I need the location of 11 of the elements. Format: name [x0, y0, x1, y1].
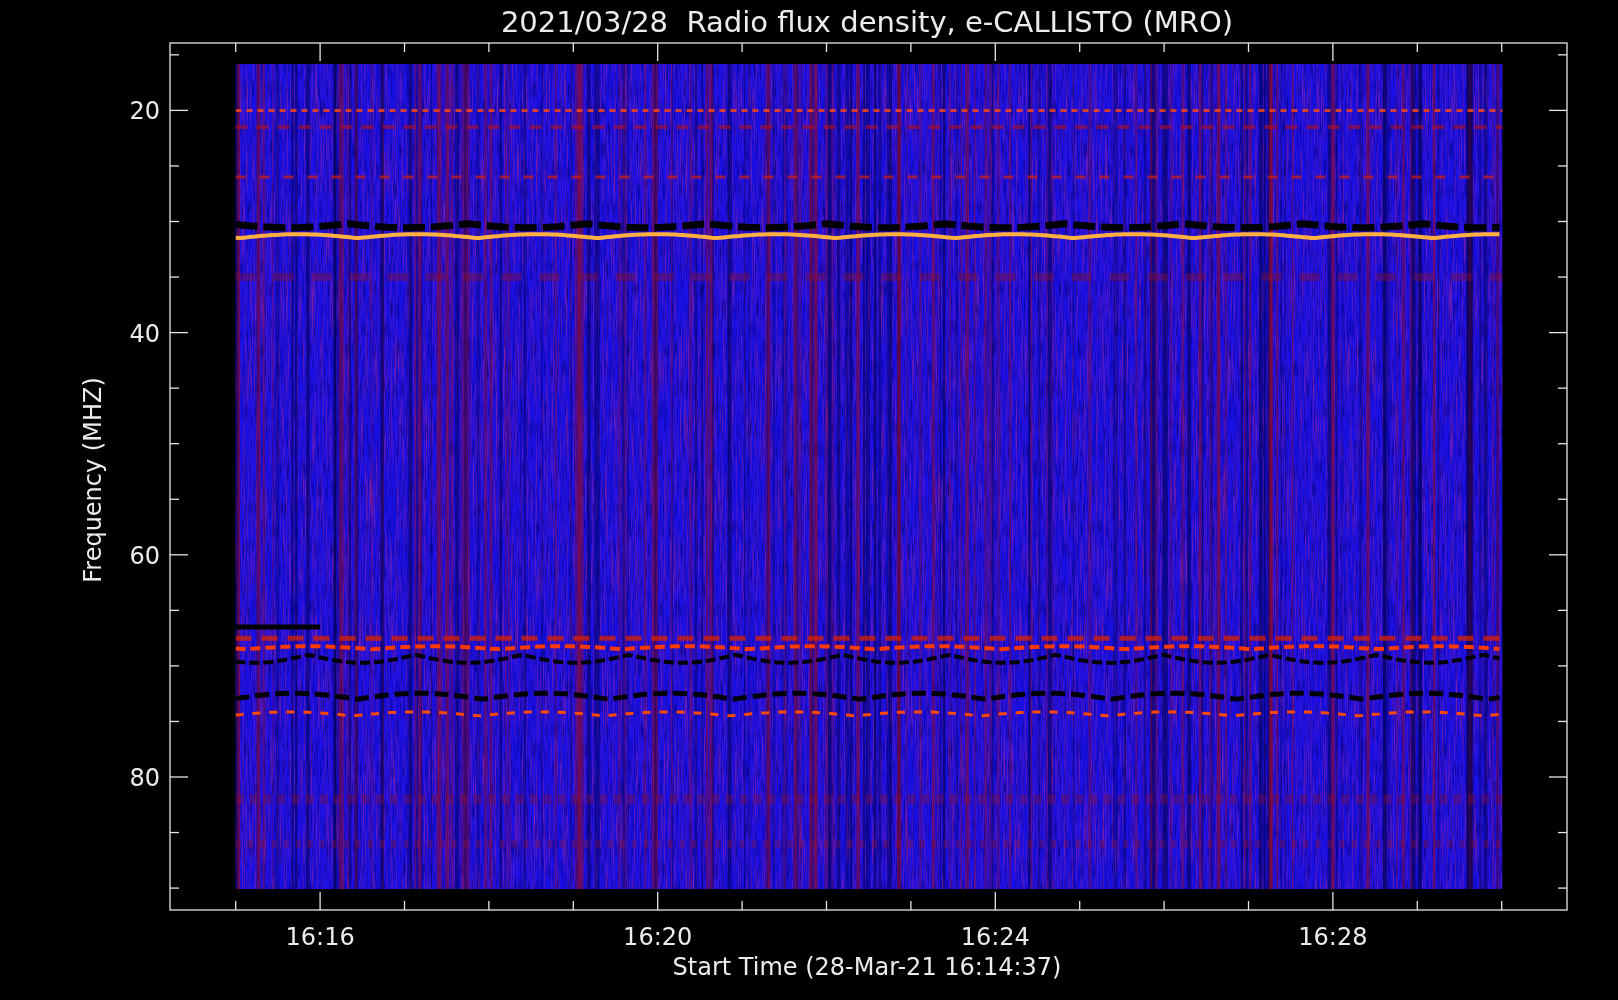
y-axis-label: Frequency (MHZ): [79, 377, 107, 583]
x-tick-label: 16:28: [1298, 923, 1368, 951]
x-tick-label: 16:20: [623, 923, 693, 951]
x-tick-label: 16:16: [285, 923, 355, 951]
y-tick-label: 60: [129, 541, 160, 570]
x-tick-label: 16:24: [960, 923, 1030, 951]
y-tick-label: 80: [129, 764, 160, 792]
y-tick-label: 20: [129, 97, 160, 126]
x-axis-label: Start Time (28-Mar-21 16:14:37): [672, 953, 1062, 981]
chart-title: 2021/03/28 Radio flux density, e-CALLISTO (MRO): [500, 5, 1234, 39]
y-tick-label: 40: [129, 319, 160, 348]
